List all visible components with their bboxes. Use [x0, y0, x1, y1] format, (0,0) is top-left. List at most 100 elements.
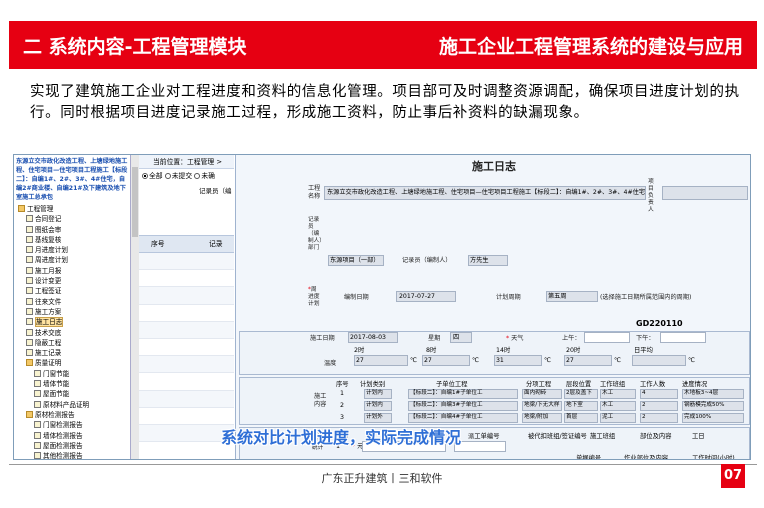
temp-value-14: 31 — [496, 357, 504, 364]
section-title: 二 系统内容-工程管理模块 — [23, 35, 247, 58]
column-header: 序号 — [336, 381, 349, 388]
date-value: 2017-08-03 — [350, 334, 386, 341]
filter-all[interactable]: 全部 — [142, 172, 163, 180]
file-icon — [34, 452, 41, 459]
manager-field[interactable] — [662, 186, 748, 200]
file-icon — [26, 277, 33, 285]
temp-unit: ℃ — [544, 357, 551, 364]
filter-unsubmitted[interactable]: 未提交 — [164, 172, 192, 180]
tree-item[interactable]: 质量证明 — [14, 358, 130, 368]
period-label: 计划周期 — [496, 294, 521, 301]
folder-icon — [26, 410, 33, 418]
temp-value-2: 27 — [356, 357, 364, 364]
column-header: 进度情况 — [682, 381, 708, 388]
cell-value: 首层 — [566, 414, 578, 420]
table-row[interactable] — [139, 339, 234, 357]
tree-item[interactable]: 原材料产品证明 — [14, 400, 130, 410]
cell-value: 地梁/附加 — [524, 414, 549, 420]
tree-item[interactable]: 墙体节能 — [14, 379, 130, 389]
footer-divider — [9, 464, 757, 465]
tree-item[interactable]: 施工方案 — [14, 307, 130, 317]
am-weather-select[interactable] — [584, 332, 630, 343]
scrollbar-thumb[interactable] — [132, 167, 138, 237]
file-icon — [26, 287, 33, 295]
weekday-value: 四 — [453, 334, 460, 341]
tree-item[interactable]: 屋面节能 — [14, 389, 130, 399]
overlay-caption: 系统对比计划进度，实际完成情况 — [221, 428, 462, 447]
cell-value: 木工 — [602, 402, 614, 408]
cell-value: 计划内 — [366, 390, 383, 396]
tree-item[interactable]: 图纸会审 — [14, 225, 130, 235]
tree-item[interactable]: 合同登记 — [14, 214, 130, 224]
list-header: 序号 记录 — [139, 235, 234, 253]
row-no: 2 — [340, 402, 345, 409]
required-icon: * — [506, 335, 510, 342]
cell-value: 木工 — [602, 390, 614, 396]
tree-item[interactable]: 周进度计划 — [14, 255, 130, 265]
date-label: 施工日期 — [310, 335, 335, 342]
footer-company: 广东正升建筑丨三和软件 — [321, 472, 443, 485]
tree-item[interactable]: 施工月报 — [14, 266, 130, 276]
tree-item[interactable]: 月进度计划 — [14, 245, 130, 255]
project-name-value: 东源立交市政化改造工程、上塘绿地施工程、住宅项目—住宅项目工程施工【标段二】：自… — [327, 189, 645, 196]
hour-avg: 日平均 — [634, 347, 653, 354]
tree-item[interactable]: 施工记录 — [14, 348, 130, 358]
cell-value: 泥工 — [602, 414, 614, 420]
cell-value: 完成100% — [684, 414, 712, 420]
tree-item[interactable]: 屋面检测报告 — [14, 441, 130, 451]
project-name-label: 工程名称 — [308, 185, 321, 200]
tree-scrollbar[interactable] — [131, 155, 139, 459]
cell-value: 木地板3~4层 — [684, 390, 719, 396]
file-icon — [26, 235, 33, 243]
table-row[interactable] — [139, 390, 234, 408]
tree-item[interactable]: 原材检测报告 — [14, 410, 130, 420]
tree-items: 工程管理 合同登记 图纸会审 基线复核 月进度计划 周进度计划 施工月报 设计变更 工程签证 往来… — [14, 204, 130, 459]
labor-no-field[interactable] — [454, 441, 506, 452]
temp-unit: ℃ — [410, 357, 417, 364]
recorder-filter-label: 记录员（编 — [199, 187, 232, 195]
file-icon — [26, 225, 33, 233]
cell-value: 2 — [642, 414, 646, 420]
plan-date-value: 2017-07-27 — [399, 293, 435, 300]
temp-unit: ℃ — [472, 357, 479, 364]
cell-value: 【标段二】：自编3#子单位工 — [410, 402, 483, 408]
temp-label: 温度 — [324, 360, 337, 367]
tree-item[interactable]: 工程管理 — [14, 204, 130, 214]
row-no: 1 — [340, 390, 345, 397]
hour-14: 14时 — [496, 347, 511, 354]
tree-item[interactable]: 墙体检测报告 — [14, 431, 130, 441]
tree-item[interactable]: 门窗检测报告 — [14, 420, 130, 430]
table-row[interactable] — [139, 287, 234, 305]
cell-value: 地下室 — [566, 402, 583, 408]
table-row[interactable] — [139, 424, 234, 443]
table-row[interactable] — [139, 408, 234, 425]
project-name[interactable]: 东源立交市政化改造工程、上塘绿地施工程、住宅项目—住宅项目工程施工【标段二】：自… — [14, 155, 130, 204]
tree-item[interactable]: 其他检测报告 — [14, 451, 130, 459]
radio-icon — [142, 173, 148, 179]
tree-item[interactable]: 技术交底 — [14, 328, 130, 338]
temp-field-avg[interactable] — [632, 355, 686, 366]
tree-item[interactable]: 工程签证 — [14, 286, 130, 296]
tree-item[interactable]: 设计变更 — [14, 276, 130, 286]
column-header: 工作时间(小时) — [692, 455, 735, 460]
app-screenshot: 东源立交市政化改造工程、上塘绿地施工程、住宅项目—住宅项目工程施工【标段二】：自… — [13, 154, 751, 460]
tree-item[interactable]: 隐蔽工程 — [14, 338, 130, 348]
cell-value: 【标段二】：自编4#子单位工 — [410, 414, 483, 420]
filter-unconfirmed[interactable]: 未确 — [194, 172, 215, 180]
table-row[interactable] — [139, 356, 234, 374]
file-icon — [26, 338, 33, 346]
pm-weather-select[interactable] — [660, 332, 706, 343]
tree-item[interactable]: 基线复核 — [14, 235, 130, 245]
log-code: GD220110 — [636, 319, 683, 328]
manager-label: 项目负责人 — [648, 179, 654, 213]
table-row[interactable] — [139, 305, 234, 322]
table-row[interactable] — [139, 253, 234, 271]
table-row[interactable] — [139, 321, 234, 339]
tree-item[interactable]: 施工日志 — [14, 317, 130, 328]
tree-item[interactable]: 往来文件 — [14, 297, 130, 307]
tree-item[interactable]: 门窗节能 — [14, 369, 130, 379]
cell-value: 2层及盖下 — [566, 390, 592, 396]
table-row[interactable] — [139, 373, 234, 391]
column-header: 施工班组 — [590, 433, 616, 440]
table-row[interactable] — [139, 270, 234, 288]
